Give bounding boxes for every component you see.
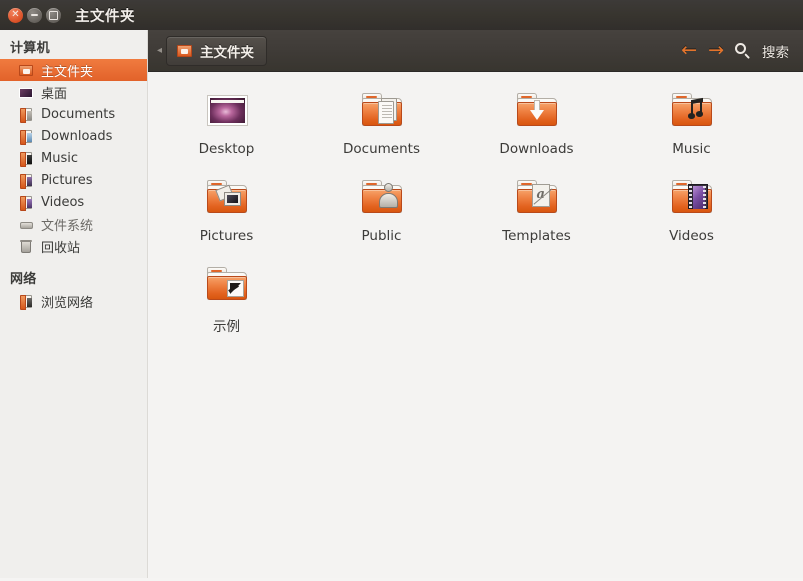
desktop-icon (18, 85, 35, 100)
browse-network-icon (18, 294, 35, 310)
file-item-public[interactable]: Public (304, 165, 459, 252)
home-folder-icon (18, 63, 35, 78)
file-item-label: 示例 (213, 319, 240, 335)
music-folder-icon (668, 86, 716, 134)
sidebar-item-home[interactable]: 主文件夹 (0, 59, 147, 81)
sidebar-item-label: 桌面 (41, 86, 68, 102)
file-item-label: Music (672, 141, 711, 157)
search-icon[interactable] (735, 42, 751, 59)
sidebar-item-label: Videos (41, 194, 85, 210)
minimize-button[interactable] (27, 7, 42, 23)
sidebar-item-music[interactable]: Music (0, 147, 147, 169)
toolbar-actions: ← → 搜索 (681, 41, 803, 61)
file-item-documents[interactable]: Documents (304, 78, 459, 165)
downloads-icon (18, 129, 35, 145)
sidebar-item-downloads[interactable]: Downloads (0, 125, 147, 147)
breadcrumb-home[interactable]: 主文件夹 (166, 35, 268, 66)
sidebar-section-header-network: 网络 (10, 272, 37, 287)
file-manager-window: ✕ 主文件夹 计算机 主文件夹 桌面 Documents Downloads M… (0, 0, 803, 581)
sidebar-item-label: 文件系统 (41, 218, 94, 234)
sidebar-item-label: Music (41, 150, 78, 166)
templates-folder-icon: a (513, 173, 561, 221)
videos-icon (18, 195, 35, 211)
sidebar-item-label: Documents (41, 106, 116, 122)
sidebar-item-browse-network[interactable]: 浏览网络 (0, 290, 147, 312)
maximize-button[interactable] (46, 7, 61, 23)
videos-folder-icon (668, 173, 716, 221)
music-icon (18, 151, 35, 167)
sidebar-item-label: Downloads (41, 128, 113, 144)
sidebar: 计算机 主文件夹 桌面 Documents Downloads Music Pi… (0, 30, 148, 578)
sidebar-item-label: 主文件夹 (41, 64, 94, 80)
public-folder-icon (358, 173, 406, 221)
file-item-label: Public (361, 228, 402, 244)
downloads-folder-icon (513, 86, 561, 134)
maximize-icon (49, 10, 58, 20)
file-item-videos[interactable]: Videos (614, 165, 769, 252)
back-arrow-icon[interactable]: ← (681, 41, 697, 60)
sidebar-item-trash[interactable]: 回收站 (0, 235, 147, 257)
close-icon: ✕ (11, 9, 20, 20)
forward-arrow-icon[interactable]: → (708, 41, 724, 60)
breadcrumb-label: 主文件夹 (200, 44, 255, 61)
pictures-folder-icon (203, 173, 251, 221)
minimize-icon (31, 14, 38, 16)
documents-folder-icon (358, 86, 406, 134)
documents-icon (18, 107, 35, 123)
search-label[interactable]: 搜索 (762, 41, 789, 61)
symlink-arrow-icon (226, 280, 244, 297)
filesystem-disk-icon (18, 217, 35, 232)
sidebar-item-videos[interactable]: Videos (0, 191, 147, 213)
file-item-downloads[interactable]: Downloads (459, 78, 614, 165)
file-item-desktop[interactable]: Desktop (149, 78, 304, 165)
sidebar-item-documents[interactable]: Documents (0, 103, 147, 125)
file-item-pictures[interactable]: Pictures (149, 165, 304, 252)
pictures-icon (18, 173, 35, 189)
window-controls: ✕ (8, 7, 61, 23)
file-item-label: Downloads (499, 141, 574, 157)
file-item-examples[interactable]: 示例 (149, 252, 304, 343)
sidebar-item-filesystem[interactable]: 文件系统 (0, 213, 147, 235)
sidebar-item-pictures[interactable]: Pictures (0, 169, 147, 191)
file-item-music[interactable]: Music (614, 78, 769, 165)
trash-icon (18, 239, 35, 254)
sidebar-item-label: 浏览网络 (41, 295, 94, 311)
close-button[interactable]: ✕ (8, 7, 23, 23)
sidebar-section-header-computer: 计算机 (10, 41, 50, 56)
icon-grid: Desktop Documents Downloads Music Pictur… (149, 78, 803, 343)
chevron-left-icon[interactable]: ◂ (157, 45, 162, 56)
desktop-wallpaper-icon (203, 86, 251, 134)
examples-symlink-folder-icon (203, 260, 251, 308)
file-item-label: Templates (502, 228, 571, 244)
file-list-area[interactable]: Desktop Documents Downloads Music Pictur… (149, 72, 803, 578)
file-item-label: Pictures (199, 228, 254, 244)
folder-icon (176, 44, 193, 58)
toolbar: ◂ 主文件夹 ← → 搜索 (148, 30, 803, 72)
window-title: 主文件夹 (75, 8, 135, 25)
title-bar: ✕ 主文件夹 (0, 0, 803, 30)
file-item-label: Documents (343, 141, 420, 157)
file-item-label: Desktop (198, 141, 255, 157)
file-item-label: Videos (669, 228, 714, 244)
sidebar-item-label: Pictures (41, 172, 93, 188)
sidebar-item-desktop[interactable]: 桌面 (0, 81, 147, 103)
file-item-templates[interactable]: a Templates (459, 165, 614, 252)
sidebar-item-label: 回收站 (41, 240, 81, 256)
